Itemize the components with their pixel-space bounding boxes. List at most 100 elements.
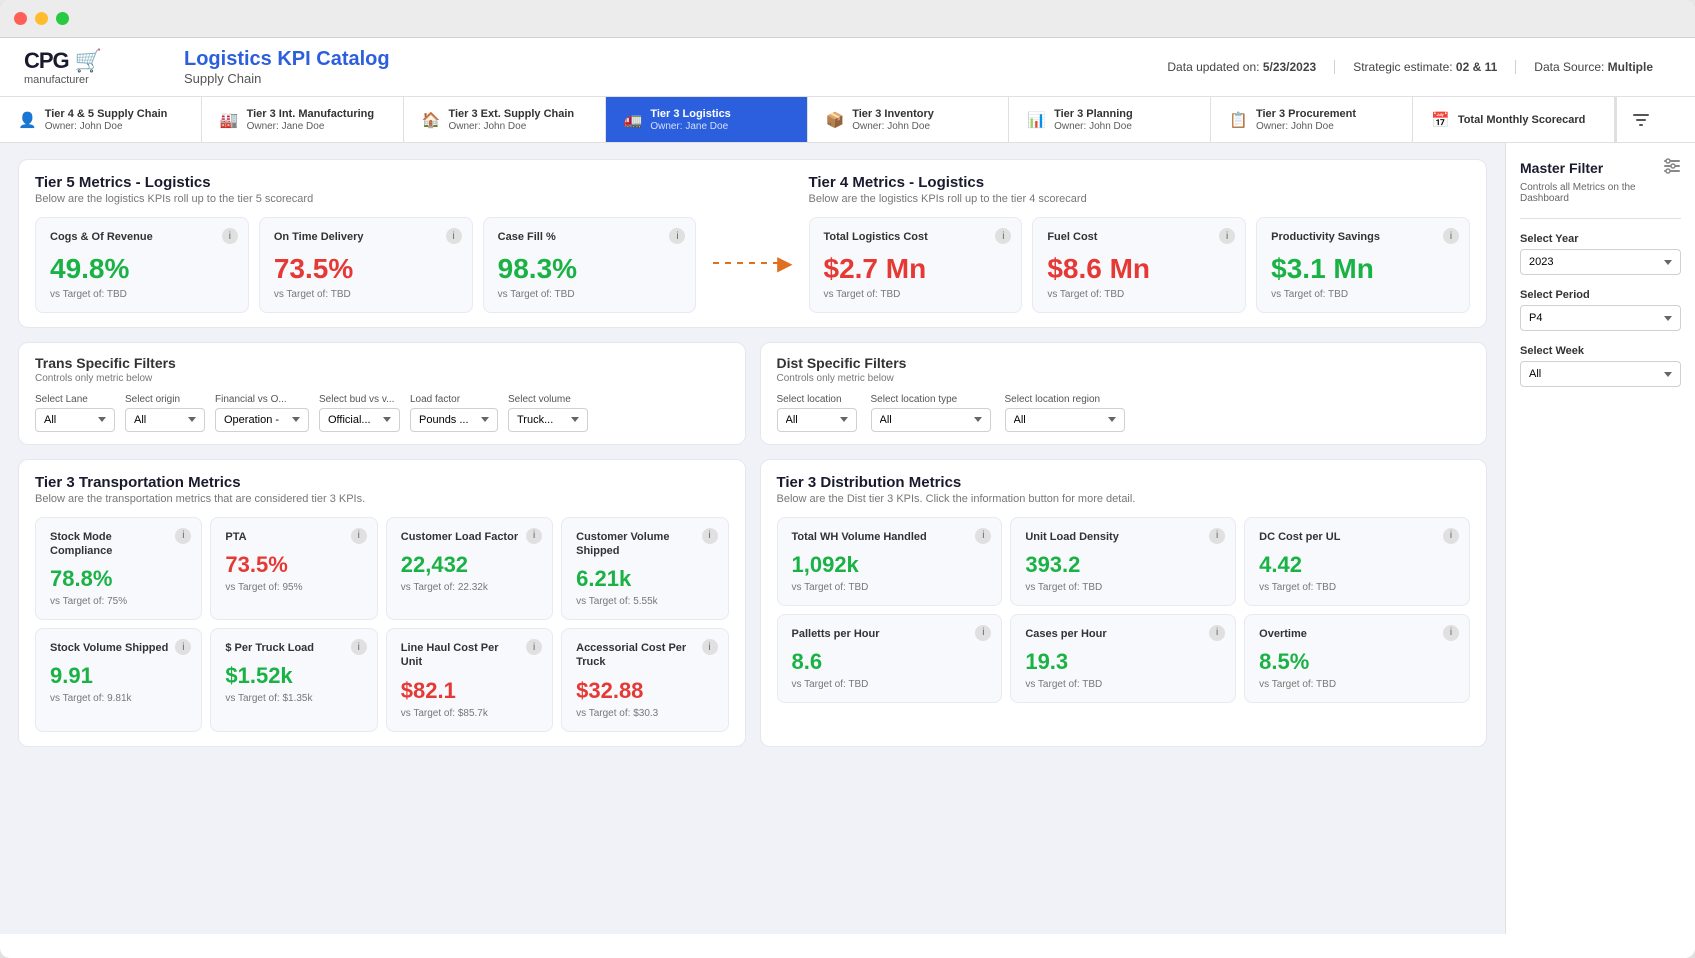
info-custvol[interactable]: i [702,528,718,544]
period-filter-select[interactable]: P4 P1P2P3P5 [1520,305,1681,331]
tier3-dist-row2: i Palletts per Hour 8.6 vs Target of: TB… [777,614,1471,703]
filter-settings-icon[interactable] [1663,157,1681,178]
kpi-pertruck-title: $ Per Truck Load [225,641,344,655]
filter-location-label: Select location [777,394,857,405]
app-window: CPG 🛒 manufacturer Logistics KPI Catalog… [0,0,1695,958]
tab-tier3inv[interactable]: 📦 Tier 3 Inventory Owner: John Doe [808,97,1010,142]
period-filter-label: Select Period [1520,289,1681,301]
trans-filters-section: Trans Specific Filters Controls only met… [18,342,746,445]
tab-tier3log-owner: Owner: Jane Doe [650,121,731,132]
kpi-otd-title: On Time Delivery [274,230,440,244]
kpi-dccost-title: DC Cost per UL [1259,530,1437,544]
kpi-linehaul: i Line Haul Cost Per Unit $82.1 vs Targe… [386,628,553,732]
info-linehaul[interactable]: i [526,639,542,655]
info-pallets[interactable]: i [975,625,991,641]
info-whvol[interactable]: i [975,528,991,544]
kpi-overtime-target: vs Target of: TBD [1259,679,1455,690]
filter-origin-label: Select origin [125,394,205,405]
tab-tier3proc[interactable]: 📋 Tier 3 Procurement Owner: John Doe [1211,97,1413,142]
tier3-trans-row1: i Stock Mode Compliance 78.8% vs Target … [35,517,729,621]
kpi-casefill-target: vs Target of: TBD [498,289,682,300]
filter-location: Select location All [777,394,857,432]
tab-tier3ext-owner: Owner: John Doe [448,121,574,132]
tab-tier45[interactable]: 👤 Tier 4 & 5 Supply Chain Owner: John Do… [0,97,202,142]
maximize-button[interactable] [56,12,69,25]
tab-tier3proc-icon: 📋 [1229,111,1248,129]
header-title-area: Logistics KPI Catalog Supply Chain [184,48,1109,86]
info-casefill[interactable]: i [669,228,685,244]
logo: CPG 🛒 manufacturer [24,48,144,86]
arrow-separator: ▶ [697,214,809,312]
filter-lane: Select Lane All [35,394,115,432]
kpi-otd-target: vs Target of: TBD [274,289,458,300]
filter-origin: Select origin All [125,394,205,432]
master-filter-icon-btn[interactable] [1615,97,1695,142]
kpi-cases-target: vs Target of: TBD [1025,679,1221,690]
tab-tier3log-label: Tier 3 Logistics [650,107,731,121]
minimize-button[interactable] [35,12,48,25]
filter-location-select[interactable]: All [777,408,857,432]
filter-locregion-label: Select location region [1005,394,1125,405]
info-pta[interactable]: i [351,528,367,544]
info-stockvol[interactable]: i [175,639,191,655]
kpi-linehaul-title: Line Haul Cost Per Unit [401,641,520,670]
tab-tier3ext[interactable]: 🏠 Tier 3 Ext. Supply Chain Owner: John D… [404,97,606,142]
kpi-accessorial-title: Accessorial Cost Per Truck [576,641,695,670]
filter-financial: Financial vs O... Operation - [215,394,309,432]
kpi-pta-target: vs Target of: 95% [225,582,362,593]
kpi-whvol-target: vs Target of: TBD [792,582,988,593]
tab-tier3plan-owner: Owner: John Doe [1054,121,1133,132]
meta-updated: Data updated on: 5/23/2023 [1149,60,1335,74]
tab-tier3plan[interactable]: 📊 Tier 3 Planning Owner: John Doe [1009,97,1211,142]
info-fuelcost[interactable]: i [1219,228,1235,244]
filter-load-select[interactable]: Pounds ... [410,408,498,432]
filter-bud-select[interactable]: Official... [319,408,400,432]
filter-financial-select[interactable]: Operation - [215,408,309,432]
filter-lane-select[interactable]: All [35,408,115,432]
kpi-uldens-value: 393.2 [1025,552,1221,578]
tab-tier3int[interactable]: 🏭 Tier 3 Int. Manufacturing Owner: Jane … [202,97,404,142]
filter-locregion: Select location region All [1005,394,1125,432]
info-prodsav[interactable]: i [1443,228,1459,244]
filter-locregion-select[interactable]: All [1005,408,1125,432]
info-cases[interactable]: i [1209,625,1225,641]
tab-tier3log-icon: 🚛 [624,111,643,129]
info-dccost[interactable]: i [1443,528,1459,544]
info-stockmode[interactable]: i [175,528,191,544]
week-filter-label: Select Week [1520,345,1681,357]
info-overtime[interactable]: i [1443,625,1459,641]
info-pertruck[interactable]: i [351,639,367,655]
kpi-custvol-value: 6.21k [576,566,713,592]
tab-tier3int-owner: Owner: Jane Doe [247,121,375,132]
tab-tier3inv-owner: Owner: John Doe [852,121,934,132]
tab-monthly[interactable]: 📅 Total Monthly Scorecard [1413,97,1615,142]
filter-origin-select[interactable]: All [125,408,205,432]
info-cogs[interactable]: i [222,228,238,244]
filter-loctype-label: Select location type [871,394,991,405]
tier3-dist-title: Tier 3 Distribution Metrics [777,474,1471,491]
filter-bud: Select bud vs v... Official... [319,394,400,432]
filter-financial-label: Financial vs O... [215,394,309,405]
filter-loctype-select[interactable]: All [871,408,991,432]
week-filter-select[interactable]: All W1W2W3W4 [1520,361,1681,387]
kpi-custvol-title: Customer Volume Shipped [576,530,695,559]
kpi-stockmode-value: 78.8% [50,566,187,592]
tier4-title: Tier 4 Metrics - Logistics [809,174,1471,191]
info-uldens[interactable]: i [1209,528,1225,544]
info-custload[interactable]: i [526,528,542,544]
info-otd[interactable]: i [446,228,462,244]
tab-tier3log[interactable]: 🚛 Tier 3 Logistics Owner: Jane Doe [606,97,808,142]
tab-tier3inv-icon: 📦 [826,111,845,129]
kpi-pta-value: 73.5% [225,552,362,578]
info-accessorial[interactable]: i [702,639,718,655]
close-button[interactable] [14,12,27,25]
tier3-trans-desc: Below are the transportation metrics tha… [35,493,729,505]
kpi-pallets-target: vs Target of: TBD [792,679,988,690]
year-filter-select[interactable]: 2023 2022 2021 [1520,249,1681,275]
kpi-overtime-value: 8.5% [1259,649,1455,675]
info-logcost[interactable]: i [995,228,1011,244]
kpi-otd-value: 73.5% [274,253,458,285]
filter-volume-select[interactable]: Truck... [508,408,588,432]
kpi-logcost: i Total Logistics Cost $2.7 Mn vs Target… [809,217,1023,312]
tier5-cards: i Cogs & Of Revenue 49.8% vs Target of: … [35,217,697,312]
